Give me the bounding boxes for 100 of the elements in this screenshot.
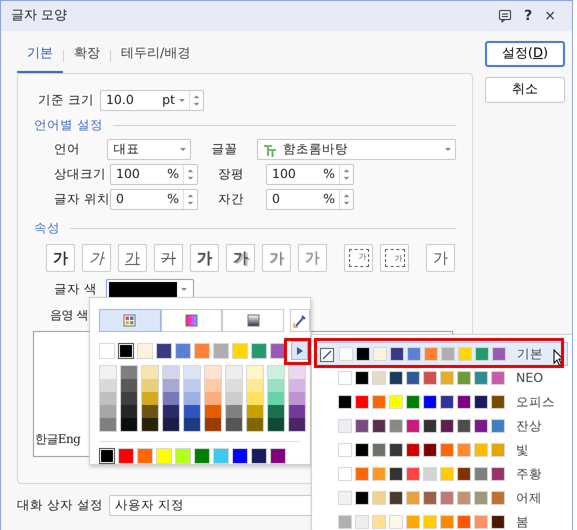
underline-button[interactable]: 가 xyxy=(118,244,147,272)
theme-name: 오피스 xyxy=(516,392,555,411)
color-swatch[interactable] xyxy=(205,366,221,379)
number-field[interactable]: 10.0 pt xyxy=(100,90,204,111)
eyedropper-button[interactable] xyxy=(290,309,310,332)
superscript-button[interactable]: 가 xyxy=(344,244,373,272)
color-swatch[interactable] xyxy=(142,379,158,392)
color-swatch[interactable] xyxy=(100,379,116,392)
field-label: 글자 위치 xyxy=(54,190,106,208)
color-swatch[interactable] xyxy=(163,405,179,418)
color-swatch[interactable] xyxy=(142,418,158,431)
color-swatch[interactable] xyxy=(247,405,263,418)
theme-name: 주황 xyxy=(516,464,542,483)
eyedropper-icon xyxy=(293,312,307,328)
color-swatch[interactable] xyxy=(268,418,284,431)
shadow-button[interactable]: 가 xyxy=(226,244,255,272)
number-field[interactable]: 0 % xyxy=(266,189,354,210)
help-button[interactable]: ? xyxy=(518,9,538,23)
theme-name: 기본 xyxy=(517,344,543,363)
color-swatch[interactable] xyxy=(100,392,116,405)
field-label: 언어 xyxy=(54,140,81,158)
color-swatch[interactable] xyxy=(289,366,305,379)
color-swatch[interactable] xyxy=(289,379,305,392)
color-swatch[interactable] xyxy=(205,379,221,392)
language-dropdown[interactable]: 대표 xyxy=(107,139,192,160)
color-swatch[interactable] xyxy=(247,366,263,379)
color-swatch[interactable] xyxy=(100,418,116,431)
color-swatch[interactable] xyxy=(163,379,179,392)
spectrum-tab[interactable] xyxy=(160,309,222,332)
ok-button[interactable]: 설정(D) xyxy=(485,41,565,67)
color-swatch[interactable] xyxy=(226,379,242,392)
color-swatch[interactable] xyxy=(100,366,116,379)
color-swatch[interactable] xyxy=(289,405,305,418)
number-field[interactable]: 0 % xyxy=(110,189,198,210)
color-swatch[interactable] xyxy=(268,366,284,379)
color-swatch[interactable] xyxy=(226,405,242,418)
color-swatch[interactable] xyxy=(268,379,284,392)
color-swatch[interactable] xyxy=(184,379,200,392)
engrave-button[interactable]: 가 xyxy=(298,244,327,272)
number-field[interactable]: 100 % xyxy=(266,164,354,185)
normal-button[interactable]: 가 xyxy=(426,244,455,272)
palette-icon xyxy=(123,314,136,327)
settings-dropdown[interactable]: 사용자 지정 xyxy=(108,495,314,516)
color-swatch[interactable] xyxy=(226,392,242,405)
color-swatch[interactable] xyxy=(184,418,200,431)
field-label: 글꼴 xyxy=(211,140,238,158)
color-swatch[interactable] xyxy=(163,366,179,379)
cancel-button[interactable]: 취소 xyxy=(485,77,565,103)
color-swatch[interactable] xyxy=(289,392,305,405)
tab[interactable]: 확장 xyxy=(64,44,110,73)
color-swatch[interactable] xyxy=(268,392,284,405)
strikethrough-button[interactable]: 가 xyxy=(154,244,183,272)
field-label: 음영 색 xyxy=(50,306,88,324)
color-swatch[interactable] xyxy=(205,418,221,431)
color-swatch[interactable] xyxy=(247,392,263,405)
color-swatch[interactable] xyxy=(121,405,137,418)
tab[interactable]: 테두리/배경 xyxy=(111,44,200,73)
spectrum-icon xyxy=(185,314,198,327)
color-swatch[interactable] xyxy=(121,418,137,431)
color-swatch[interactable] xyxy=(121,366,137,379)
color-swatch[interactable] xyxy=(184,392,200,405)
bold-button[interactable]: 가 xyxy=(46,244,75,272)
gradient-tab[interactable] xyxy=(222,309,284,332)
font-dropdown[interactable]: 함초롬바탕 xyxy=(257,139,456,160)
color-swatch[interactable] xyxy=(226,366,242,379)
color-swatch[interactable] xyxy=(205,392,221,405)
italic-button[interactable]: 가 xyxy=(82,244,111,272)
color-swatch[interactable] xyxy=(289,418,305,431)
color-swatch[interactable] xyxy=(99,448,115,464)
field-label: 대화 상자 설정 xyxy=(17,496,103,514)
color-swatch[interactable] xyxy=(247,418,263,431)
outline-button[interactable]: 가 xyxy=(190,244,219,272)
emboss-button[interactable]: 가 xyxy=(262,244,291,272)
color-swatch[interactable] xyxy=(184,366,200,379)
font-type-icon xyxy=(263,142,278,156)
color-swatch[interactable] xyxy=(121,392,137,405)
color-swatch[interactable] xyxy=(226,418,242,431)
color-swatch[interactable] xyxy=(100,405,116,418)
subscript-button[interactable]: 가 xyxy=(380,244,409,272)
color-swatch[interactable] xyxy=(142,405,158,418)
color-swatch[interactable] xyxy=(247,379,263,392)
color-swatch[interactable] xyxy=(142,392,158,405)
palette-tab[interactable] xyxy=(99,309,161,332)
theme-name: 봄 xyxy=(516,512,529,530)
color-swatch[interactable] xyxy=(205,405,221,418)
color-swatch[interactable] xyxy=(268,405,284,418)
color-swatch[interactable] xyxy=(163,392,179,405)
color-swatch[interactable] xyxy=(121,379,137,392)
color-swatch[interactable] xyxy=(142,366,158,379)
color-swatch[interactable] xyxy=(118,342,134,358)
number-field[interactable]: 100 % xyxy=(110,164,198,185)
close-button[interactable]: × xyxy=(538,9,562,23)
color-swatch[interactable] xyxy=(184,405,200,418)
color-swatch[interactable] xyxy=(163,418,179,431)
theme-name: NEO xyxy=(516,368,544,387)
section-title: 언어별 설정 xyxy=(34,116,103,134)
expand-arrow-button[interactable] xyxy=(291,341,308,360)
gradient-icon xyxy=(246,314,260,327)
field-label: 기준 크기 xyxy=(38,91,94,110)
theme-name: 빛 xyxy=(516,440,529,459)
